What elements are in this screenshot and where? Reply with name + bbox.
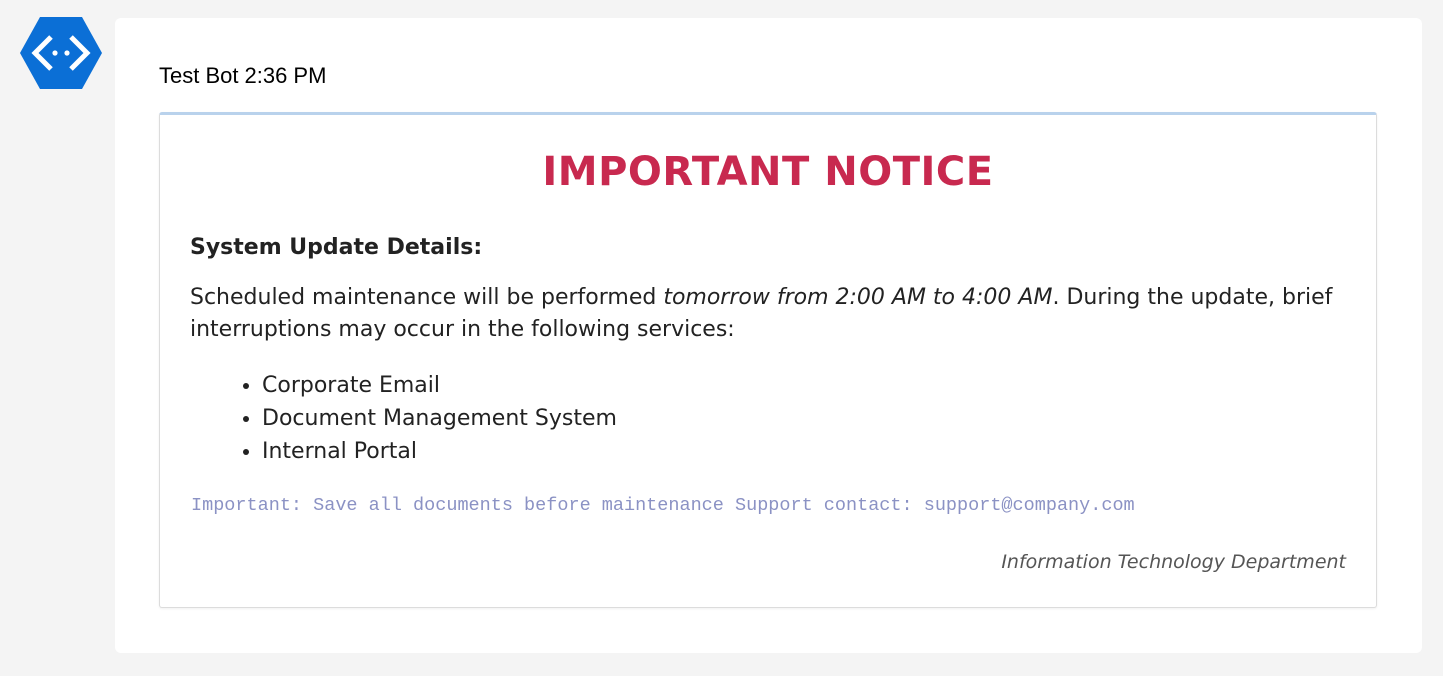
notice-card: IMPORTANT NOTICE System Update Details: …	[159, 112, 1377, 608]
sender-name: Test Bot	[159, 63, 239, 88]
support-note: Important: Save all documents before mai…	[191, 495, 1135, 516]
body-emphasis: tomorrow from 2:00 AM to 4:00 AM	[663, 285, 1053, 310]
list-item: Corporate Email	[262, 369, 617, 402]
message-bubble: Test Bot 2:36 PM IMPORTANT NOTICE System …	[115, 18, 1422, 653]
section-heading: System Update Details:	[190, 235, 483, 260]
notice-body: Scheduled maintenance will be performed …	[190, 282, 1360, 346]
services-list: Corporate Email Document Management Syst…	[190, 369, 617, 468]
list-item: Internal Portal	[262, 435, 617, 468]
bot-code-icon	[20, 17, 102, 89]
bot-avatar	[18, 15, 104, 91]
list-item: Document Management System	[262, 402, 617, 435]
notice-title: IMPORTANT NOTICE	[542, 149, 994, 195]
message-time: 2:36 PM	[244, 63, 327, 88]
message-header: Test Bot 2:36 PM	[159, 63, 332, 89]
body-prefix: Scheduled maintenance will be performed	[190, 285, 664, 310]
signature: Information Technology Department	[1001, 551, 1346, 573]
